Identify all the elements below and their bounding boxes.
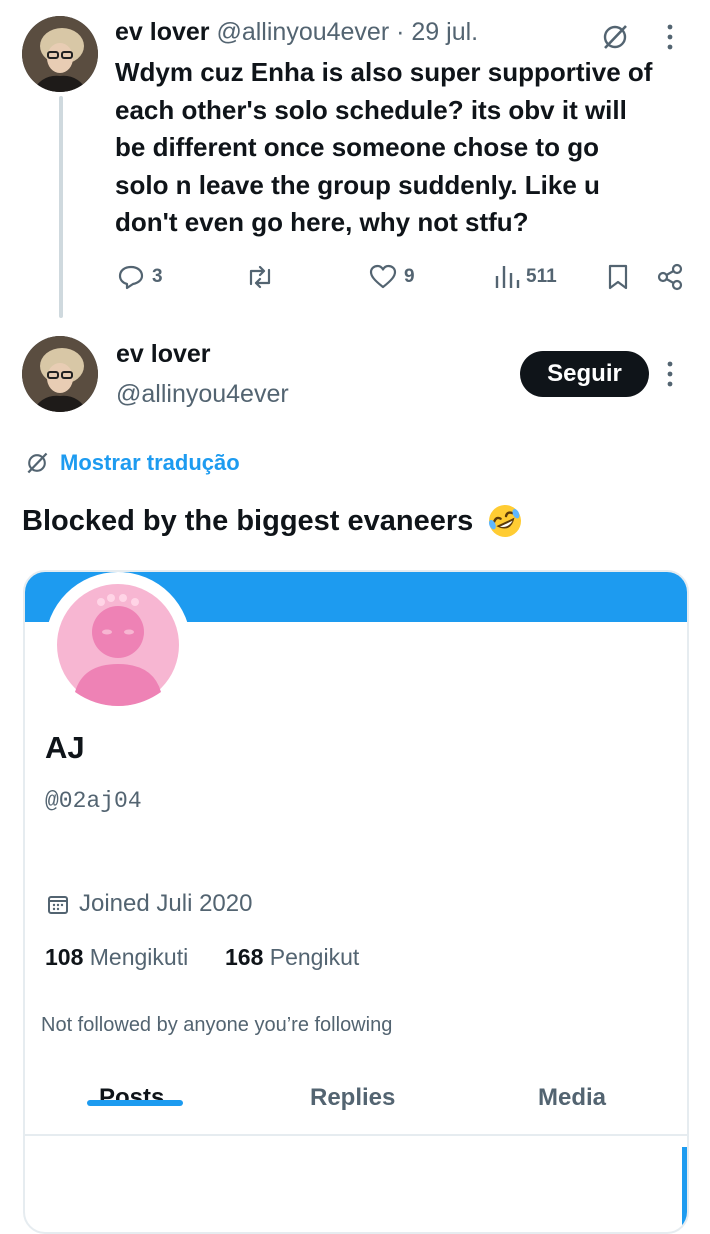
grok-icon[interactable] xyxy=(600,22,630,57)
following-count: 108 xyxy=(45,944,84,970)
reply-icon xyxy=(118,265,144,290)
reply-text-line: each other's solo schedule? its obv it w… xyxy=(115,94,627,125)
profile-name: AJ xyxy=(45,730,85,765)
more-icon[interactable] xyxy=(664,359,676,394)
translate-link[interactable]: Mostrar tradução xyxy=(24,450,240,476)
like-icon xyxy=(369,264,397,289)
thread-line xyxy=(59,96,63,318)
profile-card[interactable]: AJ @02aj04 Joined Juli 2020 108 Mengikut… xyxy=(23,570,689,1234)
avatar[interactable] xyxy=(22,16,98,92)
reply-text-line: don't even go here, why not stfu? xyxy=(115,207,529,237)
profile-avatar xyxy=(45,572,191,718)
reply-text-line: solo n leave the group suddenly. Like u xyxy=(115,169,600,200)
timestamp[interactable]: 29 jul. xyxy=(411,18,478,46)
profile-handle: @02aj04 xyxy=(45,788,142,814)
like-button[interactable]: 9 xyxy=(368,262,415,292)
reply-count: 3 xyxy=(152,266,163,287)
followers-label: Pengikut xyxy=(269,944,360,970)
reply-text: Wdym cuz Enha is also super supportive o… xyxy=(115,54,705,242)
followers-count: 168 xyxy=(224,944,264,970)
joined-date: Joined Juli 2020 xyxy=(79,890,253,917)
avatar[interactable] xyxy=(22,336,98,412)
separator: · xyxy=(396,18,405,46)
scrollbar xyxy=(682,1147,687,1232)
reply-button[interactable]: 3 xyxy=(116,262,163,292)
translate-icon xyxy=(27,452,48,474)
views-button[interactable]: 511 xyxy=(494,262,557,292)
tabs-divider xyxy=(25,1134,687,1136)
handle[interactable]: @allinyou4ever xyxy=(116,380,289,409)
like-count: 9 xyxy=(404,266,415,287)
reply-header: ev lover @allinyou4ever · 29 jul. xyxy=(115,18,478,47)
display-name[interactable]: ev lover xyxy=(115,18,210,46)
calendar-icon xyxy=(48,896,68,914)
tab-media: Media xyxy=(538,1084,607,1111)
retweet-button[interactable] xyxy=(244,262,282,292)
profile-stats: 108 Mengikuti 168 Pengikut xyxy=(45,944,359,971)
display-name[interactable]: ev lover xyxy=(116,340,211,369)
translate-label: Mostrar tradução xyxy=(60,450,240,475)
bookmark-icon[interactable] xyxy=(605,262,631,297)
handle[interactable]: @allinyou4ever xyxy=(216,18,389,46)
tab-replies: Replies xyxy=(310,1084,396,1111)
retweet-icon xyxy=(249,265,271,289)
tab-posts: Posts xyxy=(99,1084,165,1111)
reply-text-line: Wdym cuz Enha is also super supportive o… xyxy=(115,57,653,87)
reply-text-line: be different once someone chose to go xyxy=(115,132,599,162)
active-tab-indicator xyxy=(87,1100,183,1106)
tweet-text: Blocked by the biggest evaneers xyxy=(22,503,523,539)
views-icon xyxy=(495,266,520,288)
rofl-emoji-icon xyxy=(489,505,522,537)
following-label: Mengikuti xyxy=(89,944,189,970)
followed-by-note: Not followed by anyone you’re following xyxy=(41,1014,393,1036)
more-icon[interactable] xyxy=(664,22,676,57)
views-count: 511 xyxy=(526,266,557,287)
share-icon[interactable] xyxy=(655,262,685,297)
profile-joined: Joined Juli 2020 xyxy=(47,890,252,918)
tweet-text-content: Blocked by the biggest evaneers xyxy=(22,504,474,537)
follow-button[interactable]: Seguir xyxy=(520,351,649,397)
